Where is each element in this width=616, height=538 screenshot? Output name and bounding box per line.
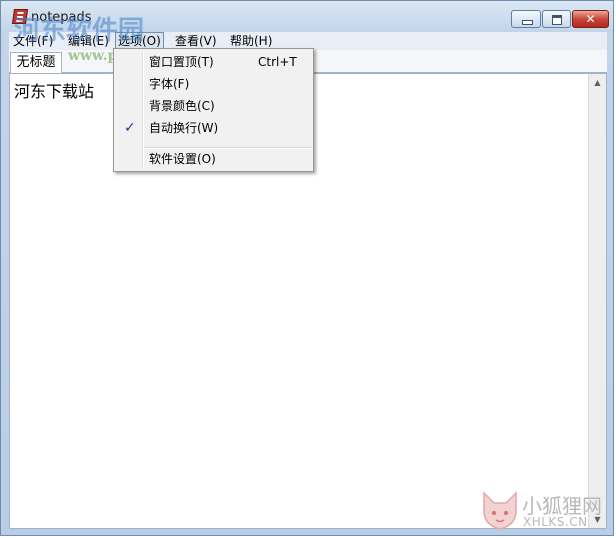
- tab-untitled[interactable]: 无标题: [10, 52, 62, 73]
- close-button[interactable]: [572, 10, 609, 28]
- menu-help[interactable]: 帮助(H): [228, 33, 274, 49]
- menu-item-label: 背景颜色(C): [149, 99, 215, 113]
- minimize-icon: [512, 11, 540, 27]
- menu-item-label: 字体(F): [149, 77, 190, 91]
- close-icon: [573, 11, 608, 28]
- fox-logo-icon: [483, 491, 517, 530]
- watermark-site-name: 河东软件园: [14, 16, 145, 46]
- maximize-button[interactable]: [542, 10, 571, 28]
- scroll-up-arrow-icon[interactable]: ▲: [589, 74, 606, 91]
- menu-item-word-wrap[interactable]: ✓ 自动换行(W): [116, 118, 311, 138]
- menu-item-shortcut: Ctrl+T: [258, 55, 297, 69]
- watermark-brand-url: XHLKS.CN: [523, 515, 588, 529]
- menu-item-label: 自动换行(W): [149, 121, 219, 135]
- menu-item-software-settings[interactable]: 软件设置(O): [116, 149, 311, 169]
- options-menu-dropdown: 窗口置顶(T) Ctrl+T 字体(F) 背景颜色(C) ✓ 自动换行(W) 软…: [113, 48, 314, 172]
- menu-item-always-on-top[interactable]: 窗口置顶(T) Ctrl+T: [116, 52, 311, 72]
- vertical-scrollbar[interactable]: ▲ ▼: [588, 74, 606, 528]
- menu-item-background-color[interactable]: 背景颜色(C): [116, 96, 311, 116]
- menu-item-label: 软件设置(O): [149, 152, 216, 166]
- menu-item-label: 窗口置顶(T): [149, 55, 214, 69]
- checkmark-icon: ✓: [124, 120, 136, 136]
- maximize-icon: [543, 11, 570, 27]
- minimize-button[interactable]: [511, 10, 541, 28]
- editor-content[interactable]: 河东下载站: [14, 78, 94, 102]
- menu-view[interactable]: 查看(V): [173, 33, 219, 49]
- menu-item-font[interactable]: 字体(F): [116, 74, 311, 94]
